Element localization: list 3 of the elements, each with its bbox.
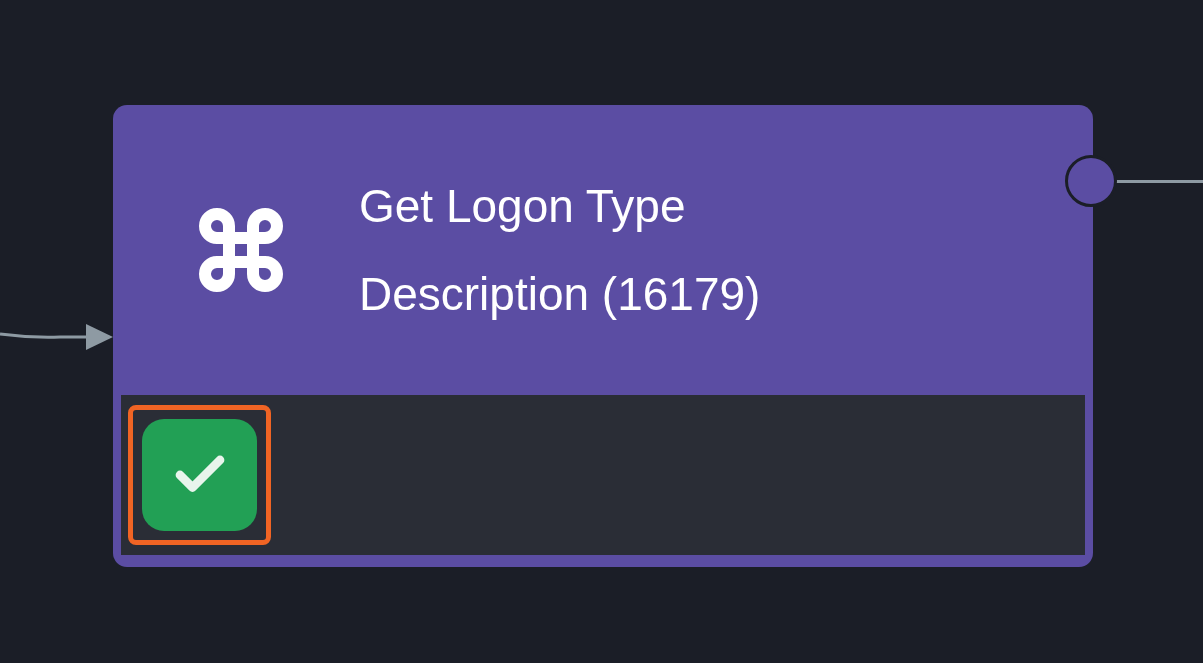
node-title: Get Logon Type Description (16179) [359, 179, 762, 322]
status-badge[interactable] [128, 405, 271, 545]
workflow-node[interactable]: Get Logon Type Description (16179) [113, 105, 1093, 567]
